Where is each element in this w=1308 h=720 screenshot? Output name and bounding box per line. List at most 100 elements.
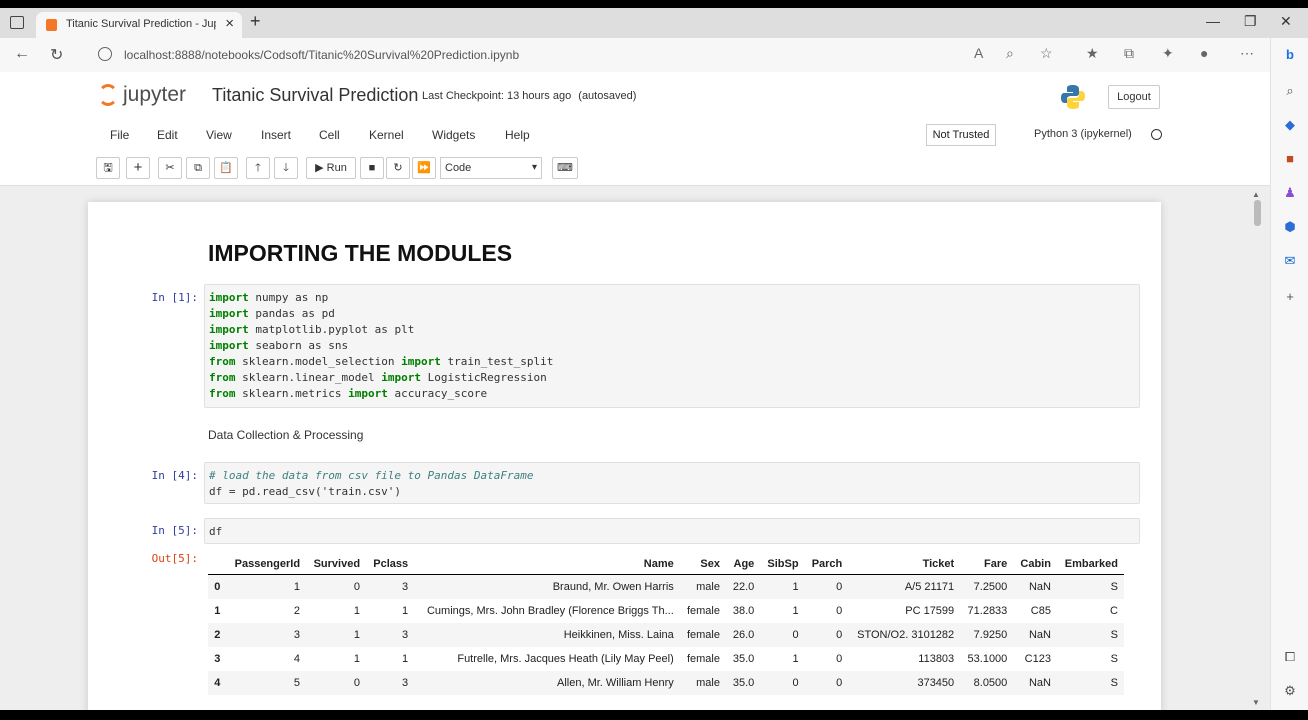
table-cell: NaN	[1028, 628, 1051, 641]
collections-icon[interactable]: ⧉	[1124, 45, 1134, 62]
split-screen-icon[interactable]: ⧠	[1281, 648, 1299, 666]
tab-actions-icon[interactable]	[10, 16, 24, 29]
logout-button[interactable]: Logout	[1108, 85, 1160, 109]
menu-help[interactable]: Help	[505, 128, 530, 142]
table-cell: 1	[792, 604, 799, 617]
read-aloud-icon[interactable]: A	[974, 45, 983, 61]
table-cell: Cumings, Mrs. John Bradley (Florence Bri…	[426, 604, 674, 617]
scroll-up-icon[interactable]: ▲	[1252, 190, 1260, 199]
row-index: 4	[214, 676, 221, 689]
table-cell: female	[686, 652, 720, 665]
column-header: Pclass	[366, 554, 415, 575]
restart-icon[interactable]: ↻	[386, 157, 410, 179]
refresh-icon[interactable]: ↻	[50, 45, 63, 65]
menu-kernel[interactable]: Kernel	[369, 128, 404, 142]
menu-view[interactable]: View	[206, 128, 232, 142]
scrollbar[interactable]: ▲ ▼	[1252, 190, 1262, 710]
run-button[interactable]: ▶ Run	[306, 157, 356, 179]
restart-run-all-icon[interactable]: ⏩	[412, 157, 436, 179]
cell-type-select[interactable]: Code ▾	[440, 157, 542, 179]
table-cell: 71.2833	[967, 604, 1008, 617]
table-row: 1 2 1 1 Cumings, Mrs. John Bradley (Florence…	[208, 599, 1124, 623]
table-cell: 1	[293, 580, 301, 593]
menu-widgets[interactable]: Widgets	[432, 128, 475, 142]
insert-cell-icon[interactable]: +	[126, 157, 150, 179]
code-keyword: import	[209, 291, 249, 304]
column-header: Embarked	[1056, 554, 1124, 575]
scroll-down-icon[interactable]: ▼	[1252, 698, 1260, 707]
column-header: Parch	[804, 554, 849, 575]
autosave-text: (autosaved)	[578, 90, 637, 102]
table-cell: 8.0500	[973, 676, 1008, 689]
minimize-icon[interactable]: —	[1206, 13, 1220, 29]
window-close-icon[interactable]: ✕	[1280, 13, 1292, 30]
code-keyword: from	[209, 355, 236, 368]
save-icon[interactable]: 🖫	[96, 157, 120, 179]
table-cell: female	[686, 604, 720, 617]
column-header: Survived	[306, 554, 367, 575]
paste-icon[interactable]: 📋	[214, 157, 238, 179]
table-cell: 35.0	[732, 652, 755, 665]
scroll-thumb[interactable]	[1254, 200, 1261, 226]
trusted-indicator[interactable]: Not Trusted	[926, 124, 996, 146]
search-icon[interactable]: ⌕	[1281, 82, 1299, 100]
interrupt-icon[interactable]: ■	[360, 157, 384, 179]
input-prompt-1: In [1]:	[151, 291, 198, 304]
code-line: import numpy as np	[209, 290, 1135, 306]
more-menu-icon[interactable]: ⋯	[1240, 45, 1254, 62]
markdown-heading[interactable]: IMPORTING THE MODULES	[208, 240, 512, 267]
markdown-cell-text[interactable]: Data Collection & Processing	[208, 428, 363, 442]
cut-icon[interactable]: ✂	[158, 157, 182, 179]
jupyter-app: jupyter Titanic Survival Prediction Last…	[0, 72, 1270, 710]
row-index: 3	[214, 652, 221, 665]
notebook-title[interactable]: Titanic Survival Prediction	[212, 85, 418, 106]
browser-tab[interactable]: Titanic Survival Prediction - Jupy ×	[36, 12, 242, 38]
code-text: accuracy_score	[387, 387, 488, 400]
table-cell: 0	[792, 676, 799, 689]
table-cell: 35.0	[732, 676, 755, 689]
table-cell: S	[1110, 580, 1118, 593]
table-cell: 0	[836, 676, 843, 689]
menu-edit[interactable]: Edit	[157, 128, 178, 142]
chevron-down-icon: ▾	[531, 162, 537, 173]
command-palette-icon[interactable]: ⌨	[552, 157, 578, 179]
output-prompt-5: Out[5]:	[151, 552, 198, 565]
tools-icon[interactable]: ■	[1281, 150, 1299, 168]
code-cell-1[interactable]: import numpy as np import pandas as pd imp…	[204, 284, 1140, 408]
jupyter-favicon-icon	[46, 19, 57, 31]
jupyter-logo-icon	[98, 84, 118, 106]
profile-icon[interactable]: ●	[1200, 45, 1208, 61]
table-cell: 2	[293, 604, 301, 617]
favorites-icon[interactable]: ★	[1086, 45, 1099, 62]
code-cell-4[interactable]: # load the data from csv file to Pandas …	[204, 462, 1140, 504]
new-tab-icon[interactable]: +	[250, 11, 261, 32]
move-up-icon[interactable]: 🡑	[246, 157, 270, 179]
code-text: sklearn.model_selection	[235, 355, 402, 368]
extensions-icon[interactable]: ✦	[1162, 45, 1174, 62]
zoom-icon[interactable]: ⌕	[1006, 45, 1014, 62]
menu-file[interactable]: File	[110, 128, 129, 142]
close-tab-icon[interactable]: ×	[225, 15, 234, 32]
games-icon[interactable]: ♟	[1281, 184, 1299, 202]
shopping-icon[interactable]: ◆	[1281, 116, 1299, 134]
menu-insert[interactable]: Insert	[261, 128, 291, 142]
add-sidebar-icon[interactable]: +	[1281, 288, 1299, 306]
move-down-icon[interactable]: 🡓	[274, 157, 298, 179]
favorite-icon[interactable]: ☆	[1040, 45, 1053, 62]
bing-icon[interactable]: b	[1281, 46, 1299, 64]
back-icon[interactable]: ←	[14, 45, 30, 63]
office-icon[interactable]: ⬢	[1281, 218, 1299, 236]
table-cell: C85	[1030, 604, 1051, 617]
settings-icon[interactable]: ⚙	[1281, 682, 1299, 700]
menu-cell[interactable]: Cell	[319, 128, 340, 142]
menu-bar: File Edit View Insert Cell Kernel Widget…	[0, 120, 1270, 150]
code-cell-5[interactable]: df	[204, 518, 1140, 544]
table-cell: 1	[353, 604, 361, 617]
site-info-icon[interactable]	[98, 47, 112, 61]
maximize-icon[interactable]: ❐	[1244, 13, 1257, 30]
copy-icon[interactable]: ⧉	[186, 157, 210, 179]
kernel-name[interactable]: Python 3 (ipykernel)	[1034, 128, 1132, 140]
input-prompt-4: In [4]:	[151, 469, 198, 482]
table-cell: 38.0	[732, 604, 755, 617]
outlook-icon[interactable]: ✉	[1281, 252, 1299, 270]
